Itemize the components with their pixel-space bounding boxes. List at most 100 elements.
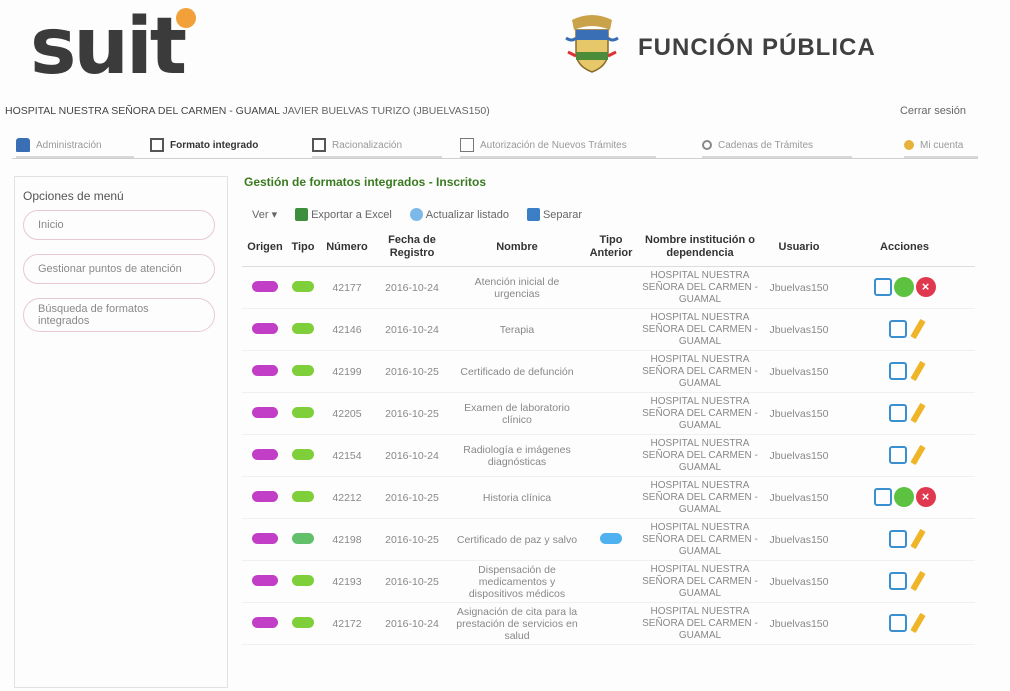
main-tabs: Administración Formato integrado Raciona… bbox=[12, 130, 978, 159]
edit-pencil-icon[interactable] bbox=[909, 318, 926, 339]
nombre-cell: Radiología e imágenes diagnósticas bbox=[448, 434, 586, 477]
table-row[interactable]: 42199 2016-10-25 Certificado de defunción H… bbox=[242, 350, 975, 393]
sidebar-item-puntos-atencion[interactable]: Gestionar puntos de atención bbox=[23, 254, 215, 284]
acciones-cell bbox=[834, 392, 975, 435]
table-row[interactable]: 42154 2016-10-24 Radiología e imágenes dia… bbox=[242, 434, 975, 477]
origen-cell bbox=[242, 602, 288, 645]
tab-label: Autorización de Nuevos Trámites bbox=[480, 139, 627, 151]
edit-pencil-icon[interactable] bbox=[909, 402, 926, 423]
sidebar-item-inicio[interactable]: Inicio bbox=[23, 210, 215, 240]
table-row[interactable]: 42172 2016-10-24 Asignación de cita para l… bbox=[242, 602, 975, 645]
tab-mi-cuenta[interactable]: Mi cuenta bbox=[904, 134, 978, 158]
edit-pencil-icon[interactable] bbox=[909, 444, 926, 465]
origen-cell bbox=[242, 518, 288, 561]
edit-pencil-icon[interactable] bbox=[909, 360, 926, 381]
view-document-icon[interactable] bbox=[888, 529, 907, 548]
reject-icon[interactable]: × bbox=[915, 486, 936, 507]
row-actions bbox=[888, 570, 926, 591]
institucion-cell: HOSPITAL NUESTRA SEÑORA DEL CARMEN - GUA… bbox=[636, 350, 764, 393]
view-document-icon[interactable] bbox=[873, 277, 892, 296]
tipo-cell bbox=[288, 476, 318, 519]
col-tipo-anterior[interactable]: Tipo Anterior bbox=[586, 228, 636, 267]
table-row[interactable]: 42177 2016-10-24 Atención inicial de urgen… bbox=[242, 266, 975, 309]
table-row[interactable]: 42146 2016-10-24 Terapia HOSPITAL NUESTRA S… bbox=[242, 308, 975, 351]
col-numero[interactable]: Número bbox=[318, 228, 376, 267]
logout-link[interactable]: Cerrar sesión bbox=[900, 105, 966, 117]
col-acciones: Acciones bbox=[834, 228, 975, 267]
institucion-cell: HOSPITAL NUESTRA SEÑORA DEL CARMEN - GUA… bbox=[636, 308, 764, 351]
view-document-icon[interactable] bbox=[888, 445, 907, 464]
col-nombre[interactable]: Nombre bbox=[448, 228, 586, 267]
tipo-anterior-cell bbox=[586, 602, 636, 645]
suit-logo[interactable]: suit bbox=[30, 2, 187, 92]
tab-autorizacion[interactable]: Autorización de Nuevos Trámites bbox=[460, 134, 656, 158]
table-row[interactable]: 42193 2016-10-25 Dispensación de medicamen… bbox=[242, 560, 975, 603]
numero-cell: 42146 bbox=[318, 308, 376, 351]
tab-formato-integrado[interactable]: Formato integrado bbox=[150, 134, 288, 156]
origen-badge bbox=[252, 322, 278, 334]
tipo-badge bbox=[292, 532, 314, 544]
sidebar: Opciones de menú Inicio Gestionar puntos… bbox=[14, 176, 228, 688]
acciones-cell bbox=[834, 602, 975, 645]
tab-administracion[interactable]: Administración bbox=[16, 134, 134, 158]
tipo-cell bbox=[288, 308, 318, 351]
view-document-icon[interactable] bbox=[888, 613, 907, 632]
institucion-cell: HOSPITAL NUESTRA SEÑORA DEL CARMEN - GUA… bbox=[636, 266, 764, 309]
table-row[interactable]: 42198 2016-10-25 Certificado de paz y salv… bbox=[242, 518, 975, 561]
export-excel-button[interactable]: Exportar a Excel bbox=[295, 208, 392, 221]
origen-cell bbox=[242, 266, 288, 309]
acciones-cell: × bbox=[834, 476, 975, 519]
usuario-cell: Jbuelvas150 bbox=[764, 350, 834, 393]
fecha-cell: 2016-10-25 bbox=[376, 350, 448, 393]
nombre-cell: Atención inicial de urgencias bbox=[448, 266, 586, 309]
col-usuario[interactable]: Usuario bbox=[764, 228, 834, 267]
approve-icon[interactable] bbox=[893, 486, 914, 507]
view-document-icon[interactable] bbox=[888, 361, 907, 380]
tab-racionalizacion[interactable]: Racionalización bbox=[312, 134, 442, 158]
fecha-cell: 2016-10-25 bbox=[376, 518, 448, 561]
separate-button[interactable]: Separar bbox=[526, 208, 582, 221]
origen-badge bbox=[252, 616, 278, 628]
sidebar-title: Opciones de menú bbox=[23, 189, 124, 203]
tipo-badge bbox=[292, 280, 314, 292]
row-actions bbox=[888, 612, 926, 633]
col-institucion[interactable]: Nombre institución o dependencia bbox=[636, 228, 764, 267]
col-fecha[interactable]: Fecha de Registro bbox=[376, 228, 448, 267]
reject-icon[interactable]: × bbox=[915, 276, 936, 297]
tipo-cell bbox=[288, 518, 318, 561]
tipo-badge bbox=[292, 364, 314, 376]
edit-pencil-icon[interactable] bbox=[909, 528, 926, 549]
tipo-cell bbox=[288, 560, 318, 603]
numero-cell: 42205 bbox=[318, 392, 376, 435]
view-dropdown[interactable]: Ver ▾ bbox=[252, 208, 277, 221]
refresh-button[interactable]: Actualizar listado bbox=[409, 208, 509, 221]
view-document-icon[interactable] bbox=[888, 571, 907, 590]
table-row[interactable]: 42205 2016-10-25 Examen de laboratorio clí… bbox=[242, 392, 975, 435]
acciones-cell bbox=[834, 434, 975, 477]
coat-of-arms-icon bbox=[565, 15, 619, 73]
origen-cell bbox=[242, 560, 288, 603]
tipo-anterior-cell bbox=[586, 350, 636, 393]
fecha-cell: 2016-10-25 bbox=[376, 560, 448, 603]
approve-icon[interactable] bbox=[893, 276, 914, 297]
tipo-badge bbox=[292, 406, 314, 418]
tipo-cell bbox=[288, 350, 318, 393]
edit-pencil-icon[interactable] bbox=[909, 612, 926, 633]
view-document-icon[interactable] bbox=[888, 403, 907, 422]
col-origen[interactable]: Origen bbox=[242, 228, 288, 267]
acciones-cell bbox=[834, 308, 975, 351]
nombre-cell: Dispensación de medicamentos y dispositi… bbox=[448, 560, 586, 603]
tipo-badge bbox=[292, 490, 314, 502]
admin-icon bbox=[16, 138, 30, 152]
view-document-icon[interactable] bbox=[873, 487, 892, 506]
origen-cell bbox=[242, 308, 288, 351]
tab-cadenas[interactable]: Cadenas de Trámites bbox=[702, 134, 852, 158]
nombre-cell: Terapia bbox=[448, 308, 586, 351]
table-row[interactable]: 42212 2016-10-25 Historia clínica HOSPITAL … bbox=[242, 476, 975, 519]
tipo-anterior-badge bbox=[600, 532, 622, 544]
sidebar-item-busqueda[interactable]: Búsqueda de formatos integrados bbox=[23, 298, 215, 332]
edit-pencil-icon[interactable] bbox=[909, 570, 926, 591]
col-tipo[interactable]: Tipo bbox=[288, 228, 318, 267]
tab-label: Administración bbox=[36, 139, 102, 151]
view-document-icon[interactable] bbox=[888, 319, 907, 338]
